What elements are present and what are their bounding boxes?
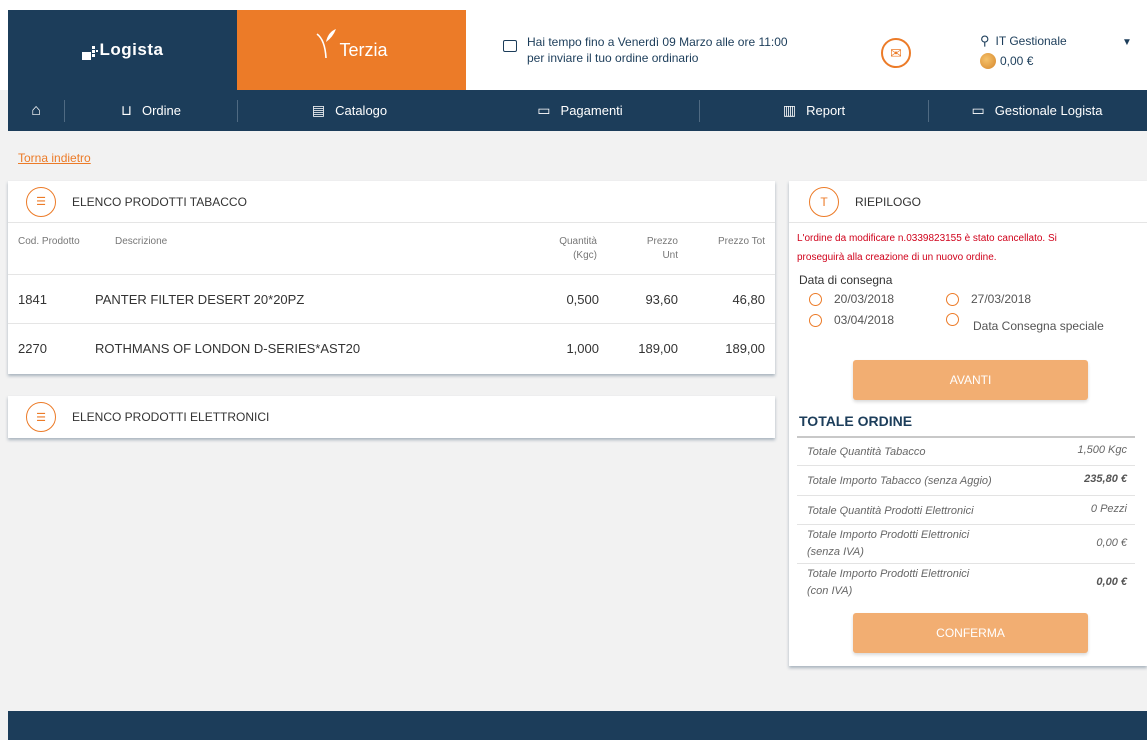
delivery-options: 20/03/2018 27/03/2018 03/04/2018 Data Co…: [789, 287, 1147, 333]
delivery-option[interactable]: Data Consegna speciale: [946, 312, 1104, 333]
row-price: 93,60: [645, 292, 678, 307]
row-total: 189,00: [725, 341, 765, 356]
conferma-button[interactable]: CONFERMA: [853, 613, 1088, 653]
envelope-icon: ✉: [890, 44, 902, 61]
back-link[interactable]: Torna indietro: [18, 151, 91, 165]
avanti-button[interactable]: AVANTI: [853, 360, 1088, 400]
row-code: 2270: [18, 341, 47, 356]
delivery-date: 20/03/2018: [834, 292, 895, 306]
logista-logo-text: Logista: [99, 40, 164, 59]
monitor-icon: ▭: [971, 102, 985, 118]
table-row[interactable]: 2270 ROTHMANS OF LONDON D-SERIES*AST20 1…: [8, 324, 775, 373]
delivery-label: Data di consegna: [799, 273, 893, 287]
notice-line-2: proseguirà alla creazione di un nuovo or…: [797, 252, 997, 263]
total-row: Totale Importo Prodotti Elettronici (senz…: [797, 524, 1135, 562]
user-name: IT Gestionale: [995, 34, 1067, 48]
balance-value: 0,00 €: [1000, 54, 1034, 68]
nav-catalogo-label: Catalogo: [335, 103, 388, 118]
row-qty: 1,000: [566, 341, 599, 356]
chevron-down-icon[interactable]: ▼: [1122, 37, 1132, 48]
delivery-option[interactable]: 20/03/2018: [809, 292, 894, 306]
col-desc: Descrizione: [115, 236, 168, 247]
total-row: Totale Importo Tabacco (senza Aggio) 235…: [797, 465, 1135, 494]
deadline-line-2: per inviare il tuo ordine ordinario: [527, 51, 699, 65]
report-icon: ▥: [782, 102, 797, 118]
footer: [8, 711, 1147, 740]
table-row[interactable]: 1841 PANTER FILTER DESERT 20*20PZ 0,500 …: [8, 275, 775, 324]
home-icon: ⌂: [31, 101, 41, 119]
user-menu[interactable]: ⚲ IT Gestionale 0,00 €: [980, 33, 1067, 69]
delivery-date: Data Consegna speciale: [973, 319, 1104, 333]
riepilogo-panel: T RIEPILOGO L'ordine da modificare n.033…: [789, 181, 1147, 666]
radio-icon: [946, 292, 959, 306]
terzia-logo[interactable]: Terzia: [237, 10, 466, 90]
nav-catalogo[interactable]: ▤ Catalogo: [238, 90, 461, 131]
nav-gestionale-label: Gestionale Logista: [994, 103, 1103, 118]
row-qty: 0,500: [566, 292, 599, 307]
message-icon: [503, 40, 517, 52]
row-total: 46,80: [732, 292, 765, 307]
col-qty: Quantità (Kgc): [559, 236, 597, 261]
nav-gestionale[interactable]: ▭ Gestionale Logista: [929, 90, 1145, 131]
cancel-notice: L'ordine da modificare n.0339823155 è st…: [789, 229, 1147, 267]
total-row: Totale Quantità Prodotti Elettronici 0 P…: [797, 495, 1135, 523]
delivery-option[interactable]: 03/04/2018: [809, 313, 894, 327]
row-price: 189,00: [638, 341, 678, 356]
col-code: Cod. Prodotto: [18, 236, 80, 247]
logista-logo[interactable]: Logista: [8, 10, 237, 90]
totale-title: TOTALE ORDINE: [799, 413, 913, 429]
terzia-logo-text: Terzia: [339, 39, 388, 60]
cart-icon: ⊔: [121, 102, 132, 118]
table-header: Cod. Prodotto Descrizione Quantità (Kgc) …: [8, 223, 775, 275]
mail-button[interactable]: ✉: [881, 38, 911, 68]
radio-icon: [809, 313, 822, 327]
user-icon: ⚲: [980, 33, 990, 48]
total-row: Totale Importo Prodotti Elettronici (con …: [797, 563, 1135, 600]
nav-pagamenti[interactable]: ▭ Pagamenti: [461, 90, 699, 131]
terzia-leaf-icon: [316, 29, 337, 59]
header: Logista Terzia Hai tempo fino a Venerdì …: [0, 0, 1147, 90]
card-icon: ▭: [537, 102, 551, 118]
nav-report[interactable]: ▥ Report: [700, 90, 928, 131]
nav-pagamenti-label: Pagamenti: [560, 103, 623, 118]
riepilogo-icon: T: [809, 186, 839, 217]
delivery-option[interactable]: 27/03/2018: [946, 292, 1031, 306]
nav-report-label: Report: [806, 103, 846, 118]
logista-mark-icon: [81, 46, 98, 60]
nav-ordine[interactable]: ⊔ Ordine: [65, 90, 237, 131]
radio-icon: [809, 292, 822, 306]
deadline-line-1: Hai tempo fino a Venerdì 09 Marzo alle o…: [527, 35, 788, 49]
total-row: Totale Quantità Tabacco 1,500 Kgc: [797, 436, 1135, 464]
row-desc: PANTER FILTER DESERT 20*20PZ: [95, 292, 305, 307]
list-icon: ☰: [26, 402, 56, 432]
nav-ordine-label: Ordine: [141, 103, 181, 118]
main-nav: ⌂ ⊔ Ordine ▤ Catalogo ▭ Pagamenti ▥ Repo…: [8, 90, 1147, 131]
riepilogo-title: RIEPILOGO: [855, 194, 922, 209]
delivery-date: 27/03/2018: [971, 292, 1032, 306]
nav-home[interactable]: ⌂: [8, 90, 64, 131]
coin-icon: [980, 53, 996, 69]
row-desc: ROTHMANS OF LONDON D-SERIES*AST20: [95, 341, 361, 356]
radio-icon: [946, 312, 959, 326]
catalog-icon: ▤: [311, 102, 326, 118]
tabacco-title: ELENCO PRODOTTI TABACCO: [72, 194, 247, 209]
tabacco-panel: ☰ ELENCO PRODOTTI TABACCO Cod. Prodotto …: [8, 181, 775, 374]
col-total: Prezzo Tot: [717, 236, 765, 247]
elettronici-title: ELENCO PRODOTTI ELETTRONICI: [72, 410, 270, 424]
row-code: 1841: [18, 292, 47, 307]
list-icon: ☰: [26, 186, 56, 217]
order-deadline: Hai tempo fino a Venerdì 09 Marzo alle o…: [503, 34, 788, 66]
delivery-date: 03/04/2018: [834, 313, 895, 327]
col-price: Prezzo Unt: [646, 236, 678, 261]
notice-line-1: L'ordine da modificare n.0339823155 è st…: [797, 233, 1057, 244]
elettronici-panel[interactable]: ☰ ELENCO PRODOTTI ELETTRONICI: [8, 396, 775, 438]
